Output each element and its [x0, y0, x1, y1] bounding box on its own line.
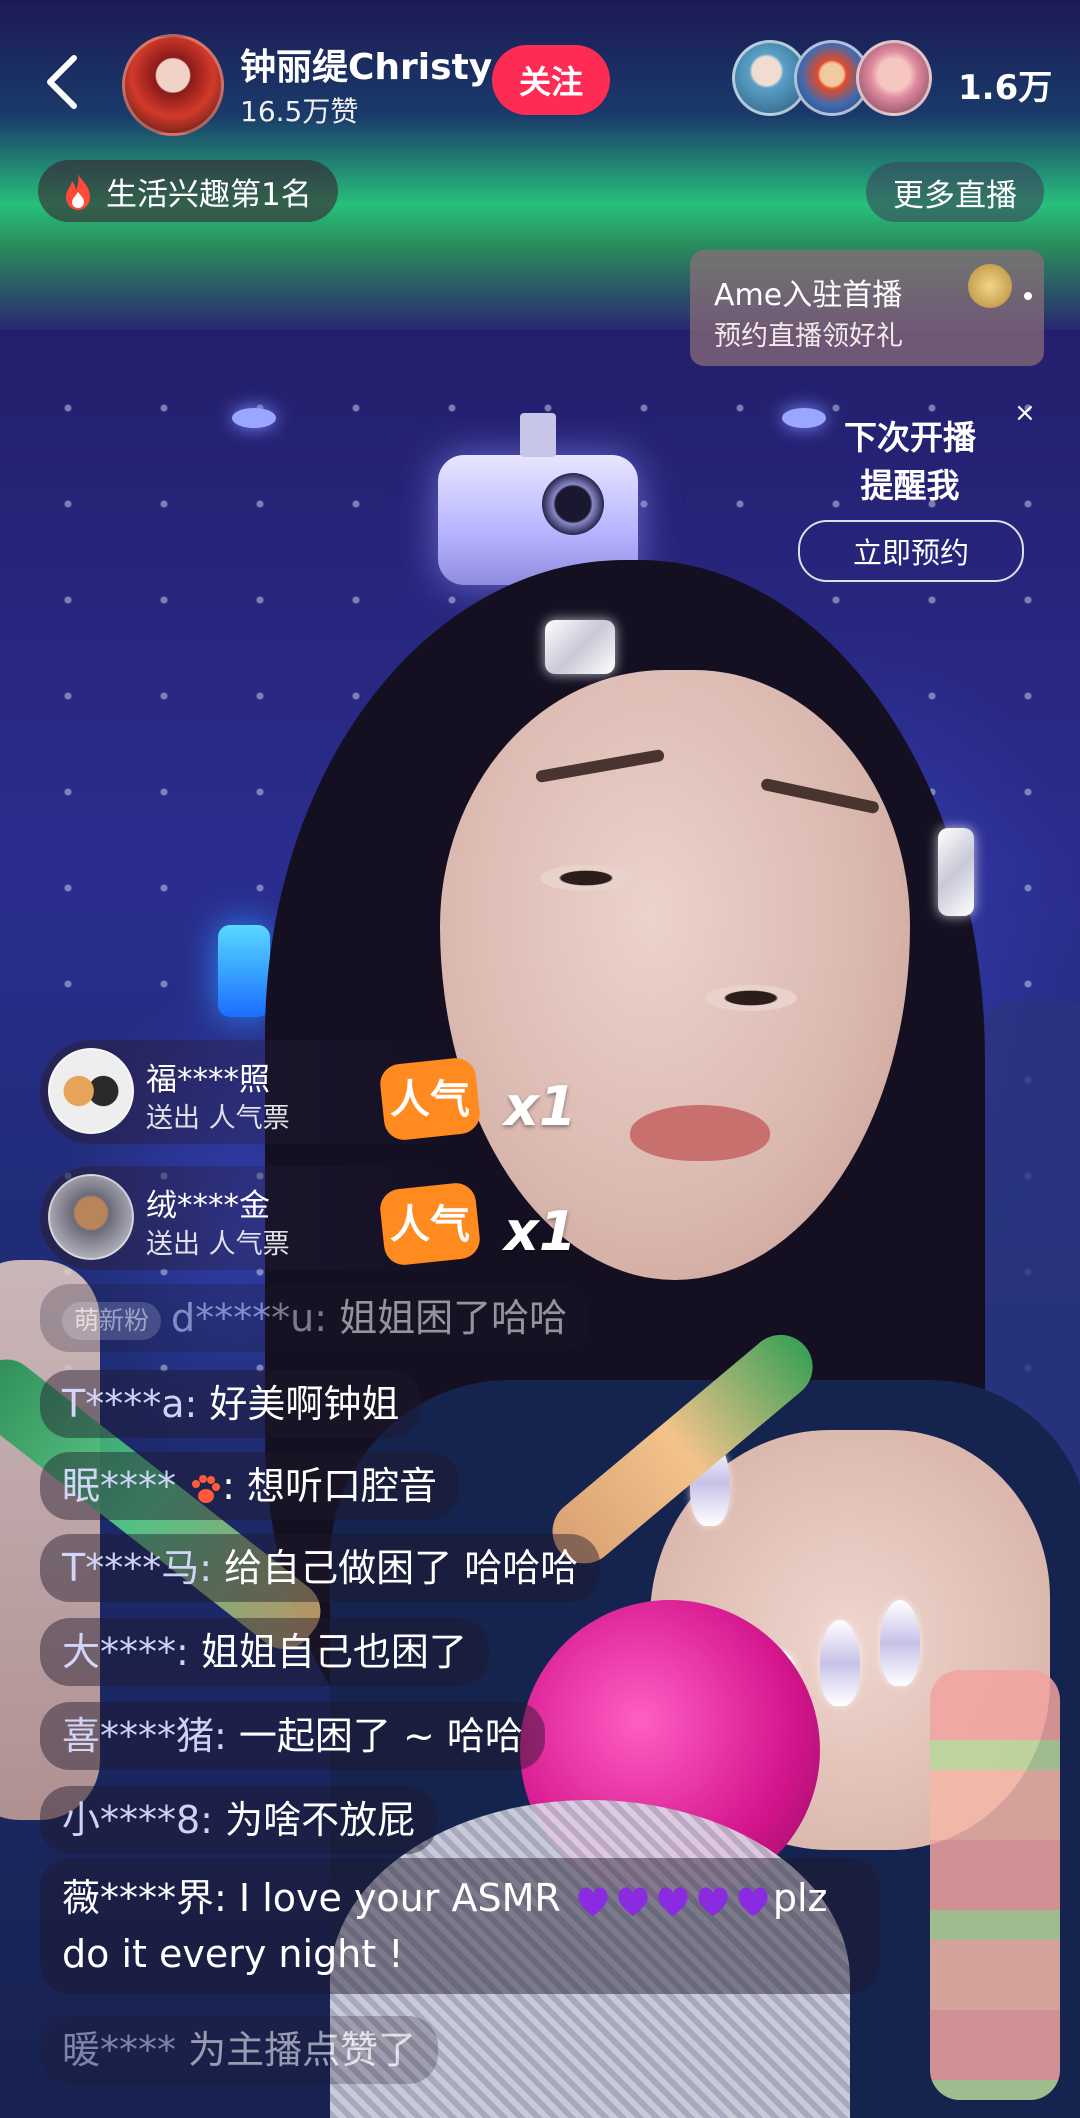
promo-subtitle: 预约直播领好礼: [714, 321, 903, 352]
comment-user: d*****u:: [171, 1296, 328, 1340]
comment-user: 暖****: [62, 2028, 177, 2072]
reminder-line2: 提醒我: [860, 466, 960, 505]
comment-user: 薇****界:: [62, 1876, 227, 1920]
rank-badge[interactable]: 生活兴趣第1名: [38, 160, 338, 222]
viewer-avatar[interactable]: [856, 40, 932, 116]
promo-card[interactable]: Ame入驻首播 预约直播领好礼: [690, 250, 1044, 366]
eye: [540, 865, 632, 891]
lips: [630, 1105, 770, 1161]
gift-username: 绒****金: [146, 1188, 270, 1224]
comment-user: 眠****: [62, 1464, 177, 1508]
comment-user: 喜****猪:: [62, 1714, 227, 1758]
book-now-button[interactable]: 立即预约: [798, 520, 1024, 582]
purple-heart-icon: [738, 1886, 768, 1916]
toy-figures: [930, 1670, 1060, 2100]
comment-user: T****a:: [62, 1382, 198, 1426]
purple-heart-icon: [578, 1886, 608, 1916]
ceiling-light: [232, 408, 276, 428]
anchor-likes: 16.5万赞: [240, 95, 359, 128]
comment-item[interactable]: 眠**** : 想听口腔音: [40, 1452, 459, 1520]
svg-text:人气: 人气: [390, 1202, 470, 1248]
comment-user: 小****8:: [62, 1798, 213, 1842]
popularity-ticket-icon: 人气: [380, 1058, 480, 1140]
gift-action: 送出 人气票: [146, 1103, 290, 1134]
fingernail: [880, 1600, 920, 1686]
page-dot-icon: [1024, 292, 1032, 300]
comment-text: I love your ASMR: [238, 1876, 561, 1920]
reminder-line1: 下次开播: [844, 418, 976, 457]
viewer-count[interactable]: 1.6万: [958, 60, 1052, 109]
gift-medal-icon: [968, 264, 1012, 308]
comment-item[interactable]: T****马: 给自己做困了 哈哈哈: [40, 1534, 601, 1602]
anchor-name[interactable]: 钟丽缇Christy: [240, 38, 492, 90]
comment-text: 好美啊钟姐: [209, 1382, 400, 1426]
comment-text: plz: [772, 1876, 828, 1920]
svg-text:人气: 人气: [390, 1077, 470, 1123]
gift-count: x1: [504, 1200, 577, 1263]
comment-text: 姐姐困了哈哈: [339, 1296, 568, 1340]
comment-text: 一起困了 ~ 哈哈: [238, 1714, 523, 1758]
comment-text: 给自己做困了 哈哈哈: [224, 1546, 579, 1590]
comment-item[interactable]: 大****: 姐姐自己也困了: [40, 1618, 489, 1686]
comment-item[interactable]: 薇****界: I love your ASMR plz do it every…: [40, 1858, 880, 1994]
gift-user-avatar[interactable]: [48, 1174, 134, 1260]
paw-icon: [192, 1474, 221, 1503]
gift-count: x1: [504, 1075, 577, 1138]
hair-clip: [938, 828, 974, 916]
comment-text: 为主播点赞了: [188, 2028, 417, 2072]
comment-item[interactable]: 喜****猪: 一起困了 ~ 哈哈: [40, 1702, 545, 1770]
comment-text: : 想听口腔音: [222, 1464, 437, 1508]
purple-heart-icon: [698, 1886, 728, 1916]
comment-user: T****马:: [62, 1546, 213, 1590]
comment-text: 为啥不放屁: [225, 1798, 416, 1842]
eye: [705, 985, 797, 1011]
comment-text: do it every night !: [62, 1932, 404, 1976]
more-live-button[interactable]: 更多直播: [866, 162, 1044, 222]
gift-action: 送出 人气票: [146, 1229, 290, 1260]
rank-label: 生活兴趣第1名: [106, 176, 312, 213]
comment-item[interactable]: 萌新粉 d*****u: 姐姐困了哈哈: [40, 1284, 590, 1352]
purple-heart-icon: [658, 1886, 688, 1916]
comment-item[interactable]: 小****8: 为啥不放屁: [40, 1786, 438, 1854]
purple-heart-icon: [618, 1886, 648, 1916]
gift-user-avatar[interactable]: [48, 1048, 134, 1134]
back-arrow-icon[interactable]: [42, 52, 82, 112]
fire-icon: [66, 174, 90, 210]
comment-user: 大****:: [62, 1630, 189, 1674]
anchor-avatar[interactable]: [122, 34, 224, 136]
gift-username: 福****照: [146, 1062, 270, 1098]
hair-clip: [545, 620, 615, 674]
blue-lamp: [218, 925, 270, 1017]
follow-button[interactable]: 关注: [492, 45, 610, 115]
fan-badge: 萌新粉: [62, 1301, 162, 1340]
promo-title: Ame入驻首播: [714, 278, 903, 313]
popularity-ticket-icon: 人气: [380, 1183, 480, 1265]
comment-item[interactable]: 暖**** 为主播点赞了: [40, 2016, 439, 2084]
fingernail: [820, 1620, 860, 1706]
reminder-title: 下次开播 提醒我: [800, 414, 1020, 510]
comment-item[interactable]: T****a: 好美啊钟姐: [40, 1370, 422, 1438]
comment-text: 姐姐自己也困了: [200, 1630, 467, 1674]
